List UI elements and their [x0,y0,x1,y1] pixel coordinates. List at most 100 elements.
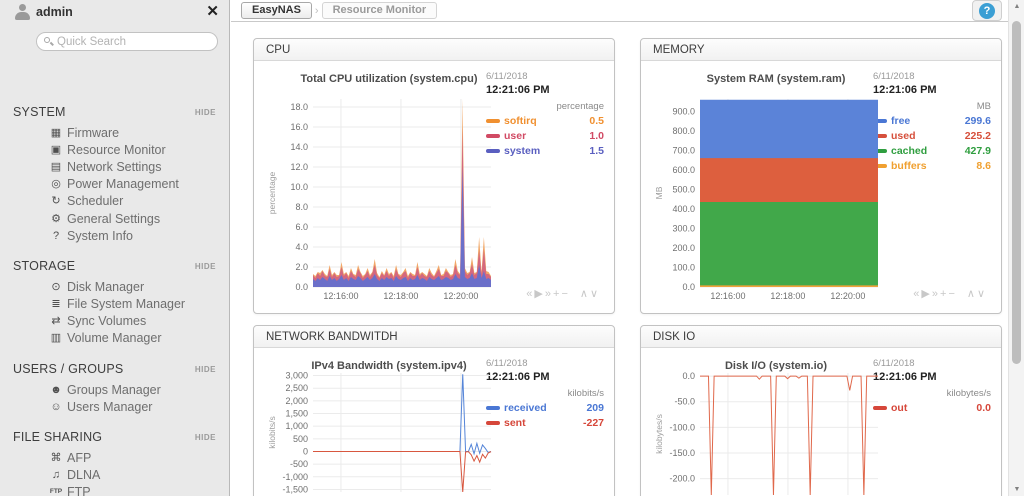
resize-up-icon[interactable]: ∧ [580,288,590,300]
sidebar-sections: SYSTEM HIDE ▦ Firmware ▣ Resource Monitor … [0,94,229,496]
svg-text:12:20:00: 12:20:00 [443,291,478,301]
scrollbar-thumb[interactable] [1012,21,1021,364]
sidebar-item-scheduler[interactable]: ↻ Scheduler [48,193,229,210]
network-bandwidth-panel: NETWORK BANDWITDH IPv4 Bandwidth (system… [253,325,615,496]
search-input[interactable] [57,34,212,49]
sidebar-item-label: General Settings [67,211,161,226]
legend-value: 8.6 [976,160,991,172]
zoom-out-icon[interactable]: − [948,288,956,300]
legend-value: 0.0 [976,402,991,414]
hide-toggle[interactable]: HIDE [195,365,216,374]
sidebar-item-users-manager[interactable]: ☺ Users Manager [48,398,229,415]
legend-row[interactable]: buffers 8.6 [873,160,991,172]
resize-up-icon[interactable]: ∧ [967,288,977,300]
chart-toolbar: «▶»+− ∧∨ [913,287,987,300]
breadcrumb-home[interactable]: EasyNAS [241,2,312,19]
legend-label: used [891,130,916,142]
legend-row[interactable]: received 209 [486,402,604,414]
sidebar-item-volume-manager[interactable]: ▥ Volume Manager [48,330,229,347]
legend-row[interactable]: user 1.0 [486,130,604,142]
pan-right-icon[interactable]: » [932,288,940,300]
chart-time: 12:21:06 PM [486,371,550,383]
svg-text:0: 0 [303,446,308,456]
sidebar-item-groups-manager[interactable]: ☻ Groups Manager [48,381,229,398]
resize-down-icon[interactable]: ∨ [590,288,600,300]
hide-toggle[interactable]: HIDE [195,433,216,442]
sidebar-item-label: Firmware [67,125,120,140]
play-icon[interactable]: ▶ [921,288,931,300]
scroll-up-icon[interactable]: ▲ [1009,3,1024,10]
system-ram-chart[interactable]: 0.0 100.0 200.0 300.0 400.0 500.0 600.0 700.0 80… [649,91,889,305]
sidebar-item-firmware[interactable]: ▦ Firmware [48,124,229,141]
disk-io-chart[interactable]: 0.0-50.0-100.0-150.0-200.012:16:0012:18:… [649,354,889,496]
ipv4-bandwidth-chart[interactable]: 3,000 2,500 2,000 1,500 1,000 500 0 -500 -1,000 -… [262,354,502,496]
svg-text:700.0: 700.0 [672,146,695,156]
zoom-out-icon[interactable]: − [561,288,569,300]
sidebar-item-ftp[interactable]: FTP FTP [48,484,229,496]
sidebar-item-general-settings[interactable]: ⚙ General Settings [48,210,229,227]
legend-row[interactable]: sent -227 [486,417,604,429]
chart-title: System RAM (system.ram) [706,73,846,85]
cpu-panel: CPU Total CPU utilization (system.cpu) 6… [253,38,615,314]
legend-value: 225.2 [964,130,991,142]
scroll-down-icon[interactable]: ▼ [1009,486,1024,493]
legend-label: out [891,402,908,414]
sidebar-item-resource-monitor[interactable]: ▣ Resource Monitor [48,141,229,158]
section-storage-header[interactable]: STORAGE HIDE [0,257,229,275]
sidebar-item-label: Volume Manager [67,331,162,346]
help-button[interactable]: ? [972,0,1002,21]
section-title: SYSTEM [13,105,66,119]
sidebar-item-system-info[interactable]: ? System Info [48,227,229,244]
system-info-icon: ? [52,229,60,242]
section-users-groups-header[interactable]: USERS / GROUPS HIDE [0,360,229,378]
svg-text:0.0: 0.0 [682,371,695,381]
disk-io-panel: DISK IO Disk I/O (system.io) 6/11/2018 1… [640,325,1002,496]
vertical-scrollbar: ▲ ▼ [1008,0,1024,496]
sidebar-item-network-settings[interactable]: ▤ Network Settings [48,158,229,175]
sidebar-item-afp[interactable]: ⌘ AFP [48,449,229,466]
chart-date: 6/11/2018 [873,71,915,82]
sidebar-item-dlna[interactable]: ♫ DLNA [48,467,229,484]
legend-row[interactable]: cached 427.9 [873,145,991,157]
svg-text:100.0: 100.0 [672,263,695,273]
disk-manager-icon: ⊙ [51,280,61,293]
resize-down-icon[interactable]: ∨ [977,288,987,300]
svg-text:500: 500 [293,434,308,444]
legend-value: 209 [586,402,604,414]
sidebar-item-file-system-manager[interactable]: ≣ File System Manager [48,296,229,313]
chart-info: 6/11/2018 12:21:06 PM kilobytes/s out 0.0 [873,358,991,414]
section-system: SYSTEM HIDE ▦ Firmware ▣ Resource Monitor … [0,103,229,248]
hide-toggle[interactable]: HIDE [195,108,216,117]
sidebar-item-sync-volumes[interactable]: ⇄ Sync Volumes [48,313,229,330]
svg-text:600.0: 600.0 [672,165,695,175]
sidebar-item-power-management[interactable]: ◎ Power Management [48,176,229,193]
cpu-utilization-chart[interactable]: 0.0 2.0 4.0 6.0 8.0 10.0 12.0 14.0 16.0 18.0 12:16… [262,91,502,305]
legend-row[interactable]: system 1.5 [486,145,604,157]
section-system-header[interactable]: SYSTEM HIDE [0,103,229,121]
sidebar-item-label: Sync Volumes [67,314,147,329]
chart-time: 12:21:06 PM [873,84,937,96]
svg-text:12:18:00: 12:18:00 [770,291,805,301]
sidebar-item-label: Network Settings [67,159,162,174]
chart-toolbar: «▶»+− ∧∨ [526,287,600,300]
play-icon[interactable]: ▶ [534,288,544,300]
logged-in-user: admin [36,5,73,19]
breadcrumb-current[interactable]: Resource Monitor [321,2,438,19]
sidebar-item-label: DLNA [67,468,101,483]
legend-row[interactable]: out 0.0 [873,402,991,414]
legend-row[interactable]: free 299.6 [873,115,991,127]
pan-right-icon[interactable]: » [545,288,553,300]
volume-manager-icon: ▥ [50,332,62,345]
general-settings-icon: ⚙ [51,212,61,225]
legend-row[interactable]: used 225.2 [873,130,991,142]
svg-text:0.0: 0.0 [682,282,695,292]
legend-row[interactable]: softirq 0.5 [486,115,604,127]
afp-icon: ⌘ [50,452,62,465]
sidebar-item-label: AFP [67,451,92,466]
section-users-groups: USERS / GROUPS HIDE ☻ Groups Manager ☺ Use… [0,360,229,419]
hide-toggle[interactable]: HIDE [195,262,216,271]
section-file-sharing-header[interactable]: FILE SHARING HIDE [0,428,229,446]
sidebar-item-disk-manager[interactable]: ⊙ Disk Manager [48,278,229,295]
chart-unit: kilobits/s [567,388,604,399]
close-icon[interactable]: ✕ [206,2,219,20]
